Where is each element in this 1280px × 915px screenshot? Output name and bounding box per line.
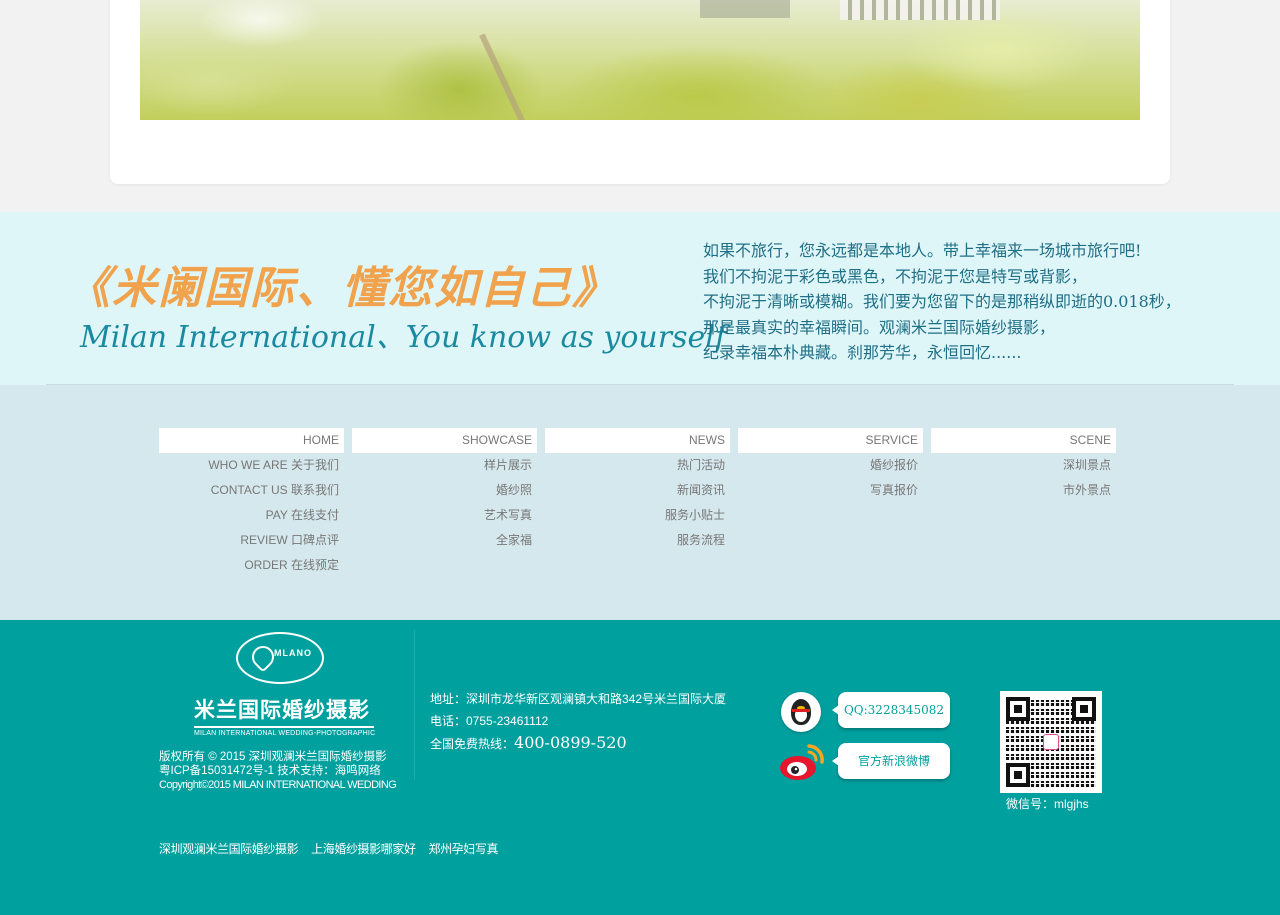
copyright-block: 版权所有 © 2015 深圳观澜米兰国际婚纱摄影 粤ICP备15031472号-… [159,750,419,792]
weibo-icon[interactable] [779,740,825,782]
address: 地址：深圳市龙华新区观澜镇大和路342号米兰国际大厦 [430,692,727,706]
sitemap-heading-scene[interactable]: SCENE [931,428,1116,453]
qr-logo-icon [1043,734,1059,750]
company-logo[interactable]: MLANO 米兰国际婚纱摄影 MILAN INTERNATIONAL WEDDI… [190,630,376,738]
sitemap-link[interactable]: 服务流程 [545,528,730,553]
footer: MLANO 米兰国际婚纱摄影 MILAN INTERNATIONAL WEDDI… [0,620,1280,915]
friend-link[interactable]: 深圳观澜米兰国际婚纱摄影 [159,842,299,856]
sitemap-link[interactable]: 新闻资讯 [545,478,730,503]
sitemap-col-home: HOME WHO WE ARE 关于我们 CONTACT US 联系我们 PAY… [159,428,344,578]
sitemap: HOME WHO WE ARE 关于我们 CONTACT US 联系我们 PAY… [0,385,1280,620]
sitemap-col-showcase: SHOWCASE 样片展示 婚纱照 艺术写真 全家福 [352,428,537,553]
weibo-link-button[interactable]: 官方新浪微博 [832,743,950,779]
slogan-english: Milan International、You know as yourself [80,320,726,355]
qq-contact-button[interactable]: QQ:3228345082 [832,692,950,728]
wedding-photo [140,0,1140,120]
sitemap-col-service: SERVICE 婚纱报价 写真报价 [738,428,923,503]
slogan-banner: 《米阑国际、懂您如自己》 Milan International、You kno… [0,212,1280,385]
copyright-line: 版权所有 © 2015 深圳观澜米兰国际婚纱摄影 [159,751,387,763]
sitemap-link[interactable]: 婚纱报价 [738,453,923,478]
intro-line: 我们不拘泥于彩色或黑色，不拘泥于您是特写或背影， [703,266,1088,286]
logo-english: MILAN INTERNATIONAL WEDDING-PHOTOGRAPHIC [194,726,375,737]
logo-emblem: MLANO [236,632,324,684]
sitemap-link[interactable]: ORDER 在线预定 [159,553,344,578]
hotline-number: 400-0899-520 [514,733,627,752]
icp-line: 粤ICP备15031472号-1 技术支持：海鸣网络 [159,765,381,777]
sitemap-link[interactable]: 艺术写真 [352,503,537,528]
sitemap-link[interactable]: 深圳景点 [931,453,1116,478]
logo-mark-text: MLANO [274,648,312,658]
sitemap-link[interactable]: 样片展示 [352,453,537,478]
sitemap-heading-news[interactable]: NEWS [545,428,730,453]
intro-line: 纪录幸福本朴典藏。刹那芳华，永恒回忆...... [703,343,1022,362]
sitemap-link[interactable]: PAY 在线支付 [159,503,344,528]
friend-link[interactable]: 上海婚纱摄影哪家好 [311,842,416,856]
sitemap-link[interactable]: CONTACT US 联系我们 [159,478,344,503]
sitemap-link[interactable]: WHO WE ARE 关于我们 [159,453,344,478]
wechat-id: 微信号：mlgjhs [1006,797,1089,811]
sitemap-link[interactable]: 婚纱照 [352,478,537,503]
sitemap-heading-service[interactable]: SERVICE [738,428,923,453]
sitemap-link[interactable]: 热门活动 [545,453,730,478]
sitemap-col-news: NEWS 热门活动 新闻资讯 服务小贴士 服务流程 [545,428,730,553]
friend-links: 深圳观澜米兰国际婚纱摄影 上海婚纱摄影哪家好 郑州孕妇写真 [159,840,759,857]
sitemap-link[interactable]: 写真报价 [738,478,923,503]
sitemap-link[interactable]: 服务小贴士 [545,503,730,528]
content-card [110,0,1170,184]
hotline-label: 全国免费热线： [430,737,515,751]
divider [414,630,415,780]
sitemap-heading-home[interactable]: HOME [159,428,344,453]
sitemap-link[interactable]: REVIEW 口碑点评 [159,528,344,553]
intro-line: 如果不旅行，您永远都是本地人。带上幸福来一场城市旅行吧! [703,241,1142,260]
intro-text: 如果不旅行，您永远都是本地人。带上幸福来一场城市旅行吧! 我们不拘泥于彩色或黑色… [703,238,1223,366]
fence-decoration [840,0,1000,20]
hotline: 全国免费热线：400-0899-520 [430,732,750,755]
wechat-qr-code [1000,691,1102,793]
phone: 电话：0755-23461112 [430,714,549,728]
sitemap-heading-showcase[interactable]: SHOWCASE [352,428,537,453]
sitemap-link[interactable]: 全家福 [352,528,537,553]
sitemap-link[interactable]: 市外景点 [931,478,1116,503]
contact-info: 地址：深圳市龙华新区观澜镇大和路342号米兰国际大厦 电话：0755-23461… [430,688,750,755]
logo-chinese: 米兰国际婚纱摄影 [194,697,370,722]
friend-link[interactable]: 郑州孕妇写真 [428,842,498,856]
slogan-chinese: 《米阑国际、懂您如自己》 [66,263,618,314]
qq-penguin-icon[interactable] [781,692,821,732]
intro-line: 那是最真实的幸福瞬间。观澜米兰国际婚纱摄影， [703,317,1056,337]
intro-line: 不拘泥于清晰或模糊。我们要为您留下的是那稍纵即逝的0.018秒， [703,292,1181,311]
copyright-english: Copyright©2015 MILAN INTERNATIONAL WEDDI… [159,779,397,791]
sitemap-col-scene: SCENE 深圳景点 市外景点 [931,428,1116,503]
